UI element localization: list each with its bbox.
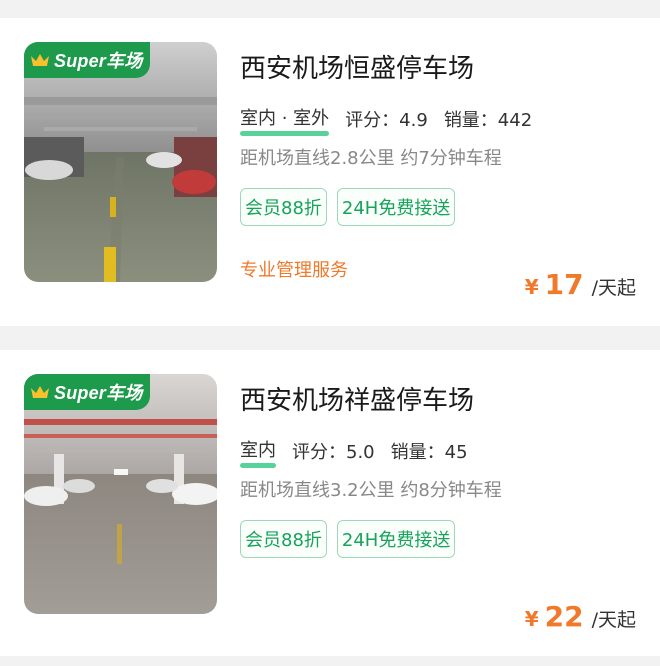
- tag-list: 会员88折 24H免费接送: [240, 188, 456, 226]
- parking-garage-image: [24, 374, 217, 614]
- super-parking-badge: Super车场: [24, 374, 150, 410]
- parking-lot-title: 西安机场恒盛停车场: [240, 54, 475, 84]
- listing-meta: 室内 · 室外 评分：4.9 销量：442: [240, 104, 533, 136]
- currency-symbol: ¥: [524, 275, 539, 299]
- rating-label: 评分：4.9: [345, 110, 428, 131]
- crown-icon: [31, 386, 49, 398]
- parking-lot-photo[interactable]: Super车场: [24, 42, 217, 282]
- parking-listing-card[interactable]: Super车场 西安机场祥盛停车场 室内 评分：5.0 销量：45 距机场直线3…: [0, 350, 660, 656]
- price-unit: /天起: [591, 609, 636, 631]
- currency-symbol: ¥: [524, 607, 539, 631]
- distance-info: 距机场直线2.8公里 约7分钟车程: [240, 148, 502, 169]
- badge-label: Super车场: [54, 51, 143, 71]
- parking-lot-photo[interactable]: Super车场: [24, 374, 217, 614]
- price-value: 22: [544, 600, 584, 633]
- sales-label: 销量：442: [443, 110, 533, 131]
- parking-type: 室内 · 室外: [240, 104, 330, 136]
- tag-list: 会员88折 24H免费接送: [240, 520, 456, 558]
- crown-icon: [31, 54, 49, 66]
- member-discount-tag: 会员88折: [240, 520, 327, 558]
- distance-info: 距机场直线3.2公里 约8分钟车程: [240, 480, 502, 501]
- parking-listing-card[interactable]: Super车场 西安机场恒盛停车场 室内 · 室外 评分：4.9 销量：442 …: [0, 18, 660, 326]
- price-display: ¥ 17 /天起: [525, 268, 636, 301]
- price-display: ¥ 22 /天起: [525, 600, 636, 633]
- service-highlight: 专业管理服务: [240, 260, 348, 281]
- parking-lot-title: 西安机场祥盛停车场: [240, 386, 475, 416]
- listing-meta: 室内 评分：5.0 销量：45: [240, 436, 468, 468]
- price-value: 17: [544, 268, 584, 301]
- member-discount-tag: 会员88折: [240, 188, 327, 226]
- parking-type: 室内: [240, 436, 276, 468]
- parking-garage-image: [24, 42, 217, 282]
- super-parking-badge: Super车场: [24, 42, 150, 78]
- price-unit: /天起: [591, 277, 636, 299]
- free-shuttle-tag: 24H免费接送: [336, 520, 456, 558]
- rating-label: 评分：5.0: [292, 442, 375, 463]
- badge-label: Super车场: [54, 383, 143, 403]
- sales-label: 销量：45: [390, 442, 468, 463]
- free-shuttle-tag: 24H免费接送: [336, 188, 456, 226]
